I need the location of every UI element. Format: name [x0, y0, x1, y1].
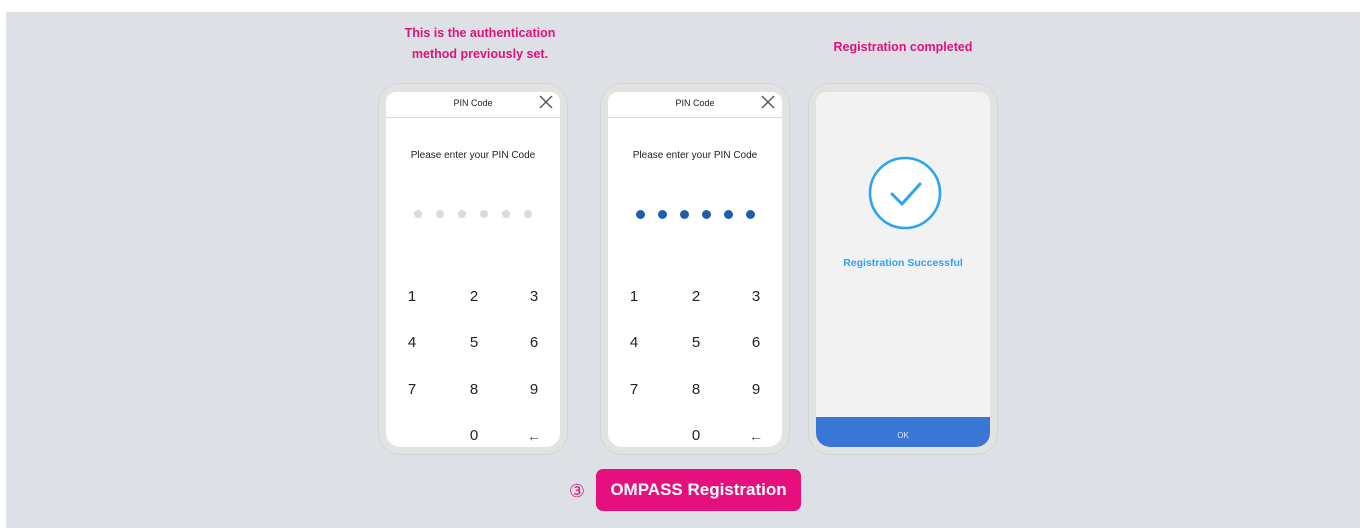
key-3[interactable]: 3: [736, 280, 776, 314]
caption-line-1: This is the authentication: [404, 26, 556, 40]
close-icon[interactable]: [538, 94, 554, 110]
pin-dot-filled: [657, 210, 667, 219]
pin-title: PIN Code: [453, 98, 493, 108]
phone-screen: Registration Successful OK: [816, 92, 990, 447]
pin-header: PIN Code: [608, 92, 782, 118]
phone-screen: PIN Code Please enter your PIN Code 1 2 …: [386, 92, 560, 447]
phone-pin-filled: PIN Code Please enter your PIN Code 1 2 …: [600, 83, 790, 455]
key-2[interactable]: 2: [676, 280, 716, 314]
step-number-badge: ③: [568, 481, 586, 501]
pin-dot-filled: [745, 210, 755, 219]
pin-prompt: Please enter your PIN Code: [410, 150, 536, 161]
key-7[interactable]: 7: [392, 373, 432, 407]
pin-dot: [436, 210, 444, 218]
key-6[interactable]: 6: [736, 326, 776, 360]
key-1[interactable]: 1: [614, 280, 654, 314]
close-icon[interactable]: [760, 94, 776, 110]
key-0[interactable]: 0: [454, 419, 494, 447]
key-6[interactable]: 6: [514, 326, 554, 360]
pin-dot: [414, 210, 422, 218]
phone-registration-success: Registration Successful OK: [808, 83, 998, 455]
caption-registration-completed: Registration completed: [833, 40, 973, 54]
key-7[interactable]: 7: [614, 373, 654, 407]
caption-line-2: method previously set.: [411, 47, 549, 61]
pin-dots-filled: [608, 210, 782, 219]
key-2[interactable]: 2: [454, 280, 494, 314]
success-message: Registration Successful: [843, 257, 963, 269]
ok-button[interactable]: OK: [816, 417, 990, 447]
pin-dot-filled: [723, 210, 733, 219]
pin-prompt: Please enter your PIN Code: [632, 150, 758, 161]
key-4[interactable]: 4: [614, 326, 654, 360]
pin-dot: [458, 210, 466, 218]
backspace-key[interactable]: ←: [514, 419, 554, 447]
key-9[interactable]: 9: [736, 373, 776, 407]
phone-screen: PIN Code Please enter your PIN Code 1 2 …: [608, 92, 782, 447]
pin-dot-filled: [701, 210, 711, 219]
key-1[interactable]: 1: [392, 280, 432, 314]
pin-dot: [524, 210, 532, 218]
pin-dot-filled: [679, 210, 689, 219]
pin-dot-filled: [635, 210, 645, 219]
pin-header: PIN Code: [386, 92, 560, 118]
key-5[interactable]: 5: [454, 326, 494, 360]
pin-dots-empty: [386, 210, 560, 218]
key-4[interactable]: 4: [392, 326, 432, 360]
caption-previous-method: This is the authentication method previo…: [382, 23, 578, 65]
key-9[interactable]: 9: [514, 373, 554, 407]
pin-title: PIN Code: [675, 98, 715, 108]
ompass-registration-button[interactable]: OMPASS Registration: [596, 469, 801, 511]
key-5[interactable]: 5: [676, 326, 716, 360]
phone-pin-empty: PIN Code Please enter your PIN Code 1 2 …: [378, 83, 568, 455]
backspace-key[interactable]: ←: [736, 419, 776, 447]
pin-dot: [502, 210, 510, 218]
key-3[interactable]: 3: [514, 280, 554, 314]
key-0[interactable]: 0: [676, 419, 716, 447]
pin-dot: [480, 210, 488, 218]
key-8[interactable]: 8: [676, 373, 716, 407]
key-8[interactable]: 8: [454, 373, 494, 407]
check-circle-icon: [868, 156, 942, 230]
